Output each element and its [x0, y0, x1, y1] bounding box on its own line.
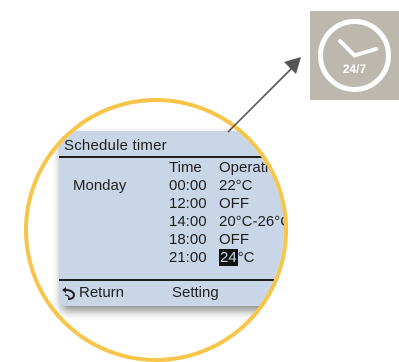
schedule-operation[interactable]: 22°C: [219, 177, 253, 195]
schedule-operation[interactable]: OFF: [219, 231, 249, 249]
schedule-time[interactable]: 21:00: [169, 249, 207, 267]
selected-value-cursor[interactable]: 24: [219, 249, 238, 266]
screen-title: Schedule timer: [64, 137, 167, 154]
schedule-time[interactable]: 12:00: [169, 195, 207, 213]
magnifier-ring: Schedule timer Time Operation Monday 00:…: [24, 98, 288, 362]
return-icon[interactable]: [60, 286, 77, 301]
badge-label: 24/7: [343, 62, 367, 76]
illustration: Schedule timer Time Operation Monday 00:…: [0, 0, 399, 362]
clock-icon: 24/7: [318, 19, 391, 92]
return-button[interactable]: Return: [79, 283, 124, 303]
title-divider: [59, 156, 284, 158]
badge-tile: 24/7: [310, 11, 399, 100]
schedule-time[interactable]: 14:00: [169, 213, 207, 231]
column-header-time: Time: [169, 159, 202, 176]
schedule-time[interactable]: 18:00: [169, 231, 207, 249]
setting-button[interactable]: Setting: [172, 283, 219, 303]
operation-unit: °C: [237, 249, 255, 266]
schedule-operation[interactable]: OFF: [219, 195, 249, 213]
soft-key-bar: Return Setting: [59, 283, 284, 303]
schedule-time[interactable]: 00:00: [169, 177, 207, 195]
day-label: Monday: [73, 177, 127, 194]
schedule-operation[interactable]: 24°C: [219, 249, 255, 267]
controller-lcd: Schedule timer Time Operation Monday 00:…: [59, 131, 285, 306]
schedule-operation[interactable]: 20°C-26°C: [219, 213, 284, 231]
footer-divider: [59, 279, 284, 281]
column-header-operation: Operation: [219, 159, 285, 176]
